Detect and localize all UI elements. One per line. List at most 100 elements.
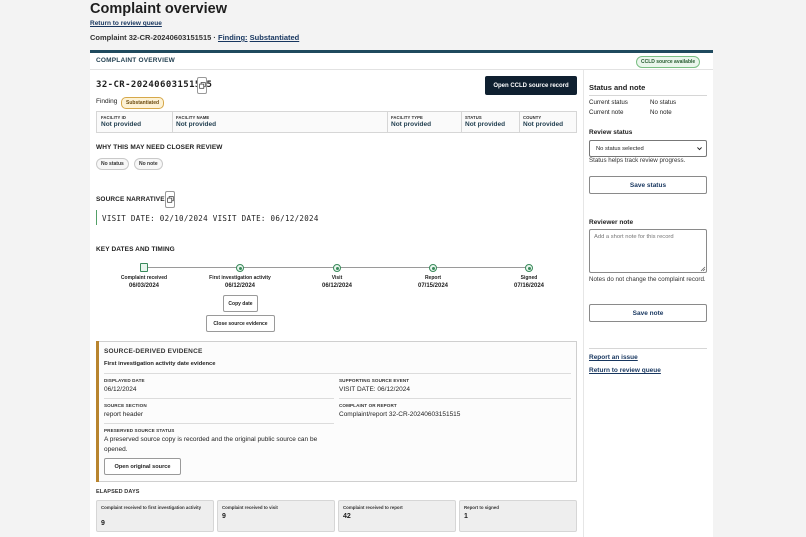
return-to-queue-link[interactable]: Return to review queue	[589, 367, 661, 374]
elapsed-value: 9	[101, 520, 105, 527]
facility-status-value: Not provided	[465, 121, 506, 128]
current-note-value: No note	[650, 109, 672, 116]
status-note-title: Status and note	[589, 83, 646, 92]
cell-divider	[461, 112, 462, 132]
open-original-source-button[interactable]: Open original source	[104, 458, 181, 475]
narrative-accent-bar	[96, 210, 97, 225]
evidence-divider	[104, 373, 571, 374]
reviewer-note-textarea[interactable]	[589, 229, 707, 273]
finding-badge: Substantiated	[121, 97, 165, 109]
supporting-event-value: VISIT DATE: 06/12/2024	[339, 386, 410, 393]
why-review-heading: WHY THIS MAY NEED CLOSER REVIEW	[96, 144, 223, 151]
card-divider	[90, 69, 713, 70]
subtitle-complaint-id: Complaint 32-CR-20240603151515 ·	[90, 33, 218, 42]
review-status-label: Review status	[589, 129, 633, 136]
elapsed-card-report: Complaint received to report 42	[338, 500, 456, 532]
elapsed-card-first-investigation: Complaint received to first investigatio…	[96, 500, 214, 532]
card-heading: COMPLAINT OVERVIEW	[96, 57, 175, 64]
source-narrative-text: VISIT DATE: 02/10/2024 VISIT DATE: 06/12…	[102, 214, 319, 223]
why-status-pill: No status	[96, 158, 129, 170]
elapsed-value: 9	[222, 513, 226, 520]
evidence-divider	[339, 398, 571, 399]
elapsed-value: 42	[343, 513, 351, 520]
facility-county-cell: COUNTY Not provided	[523, 115, 563, 128]
elapsed-value: 1	[464, 513, 468, 520]
elapsed-days-heading: ELAPSED DAYS	[96, 489, 140, 495]
current-status-key: Current status	[589, 99, 628, 106]
facility-summary-row: FACILITY ID Not provided FACILITY NAME Not…	[96, 111, 577, 133]
elapsed-card-visit: Complaint received to visit 9	[217, 500, 335, 532]
supporting-event-key: SUPPORTING SOURCE EVENT	[339, 378, 410, 383]
current-status-value: No status	[650, 99, 677, 106]
elapsed-key: Complaint received to visit	[222, 505, 278, 510]
document-icon	[140, 263, 148, 272]
sidebar-divider	[589, 348, 707, 349]
timeline-date-report: 07/15/2024	[417, 283, 449, 289]
evidence-divider	[104, 423, 334, 424]
circle-dot-icon[interactable]	[333, 264, 341, 272]
facility-type-cell: FACILITY TYPE Not provided	[391, 115, 431, 128]
evidence-subtitle: First investigation activity date eviden…	[104, 361, 216, 367]
elapsed-card-signed: Report to signed 1	[459, 500, 577, 532]
elapsed-key: Complaint received to first investigatio…	[101, 505, 202, 510]
facility-county-value: Not provided	[523, 121, 564, 128]
subtitle-finding-value[interactable]: Substantiated	[250, 33, 300, 42]
cell-divider	[387, 112, 388, 132]
elapsed-key: Report to signed	[464, 505, 499, 510]
chevron-down-icon	[697, 147, 702, 151]
finding-label: Finding	[96, 98, 118, 105]
timeline-label-signed: Signed	[520, 275, 538, 281]
timeline-label-received: Complaint received	[120, 275, 168, 281]
timeline-date-visit: 06/12/2024	[321, 283, 353, 289]
page-subtitle: Complaint 32-CR-20240603151515 · Finding…	[90, 33, 299, 42]
report-issue-link[interactable]: Report an issue	[589, 354, 638, 361]
circle-dot-icon[interactable]	[429, 264, 437, 272]
copy-case-id-button[interactable]	[197, 77, 207, 94]
facility-name-value: Not provided	[176, 121, 217, 128]
reviewer-note-help: Notes do not change the complaint record…	[589, 276, 706, 283]
facility-status-key: STATUS	[465, 115, 482, 120]
source-section-key: SOURCE SECTION	[104, 403, 147, 408]
timeline-date-first-investigation: 06/12/2024	[224, 283, 256, 289]
facility-id-value: Not provided	[101, 121, 142, 128]
open-ccld-source-button[interactable]: Open CCLD source record	[485, 76, 577, 95]
column-divider	[583, 70, 584, 537]
why-note-pill: No note	[134, 158, 163, 170]
current-note-key: Current note	[589, 109, 624, 116]
save-status-button[interactable]: Save status	[589, 176, 707, 194]
back-to-queue-link[interactable]: Return to review queue	[90, 20, 162, 27]
facility-id-key: FACILITY ID	[101, 115, 126, 120]
copy-date-button[interactable]: Copy date	[223, 295, 258, 312]
source-section-value: report header	[104, 411, 144, 418]
preserved-status-key: PRESERVED SOURCE STATUS	[104, 428, 175, 433]
facility-id-cell: FACILITY ID Not provided	[101, 115, 141, 128]
circle-dot-icon[interactable]	[525, 264, 533, 272]
key-dates-heading: KEY DATES AND TIMING	[96, 246, 175, 253]
close-source-evidence-button[interactable]: Close source evidence	[206, 315, 275, 332]
copy-narrative-button[interactable]	[165, 191, 175, 208]
review-status-select[interactable]: No status selected	[589, 140, 707, 157]
save-note-button[interactable]: Save note	[589, 304, 707, 322]
review-status-help: Status helps track review progress.	[589, 157, 686, 164]
review-status-selected-value: No status selected	[596, 145, 644, 152]
timeline-label-visit: Visit	[331, 275, 343, 281]
facility-county-key: COUNTY	[523, 115, 542, 120]
cell-divider	[519, 112, 520, 132]
facility-status-cell: STATUS Not provided	[465, 115, 505, 128]
resize-grip-icon[interactable]	[700, 266, 706, 272]
facility-type-key: FACILITY TYPE	[391, 115, 423, 120]
facility-type-value: Not provided	[391, 121, 432, 128]
timeline-label-first-investigation: First investigation activity	[209, 275, 271, 281]
circle-dot-icon[interactable]	[236, 264, 244, 272]
page-title: Complaint overview	[90, 1, 227, 17]
subtitle-finding-label[interactable]: Finding:	[218, 33, 248, 42]
timeline-date-received: 06/03/2024	[128, 283, 160, 289]
source-narrative-heading: SOURCE NARRATIVE	[96, 196, 165, 203]
cell-divider	[172, 112, 173, 132]
status-divider	[589, 95, 707, 96]
copy-icon	[166, 196, 174, 203]
evidence-accent-bar	[96, 341, 99, 482]
copy-icon	[198, 82, 206, 89]
evidence-divider	[104, 398, 334, 399]
timeline-label-report: Report	[424, 275, 442, 281]
